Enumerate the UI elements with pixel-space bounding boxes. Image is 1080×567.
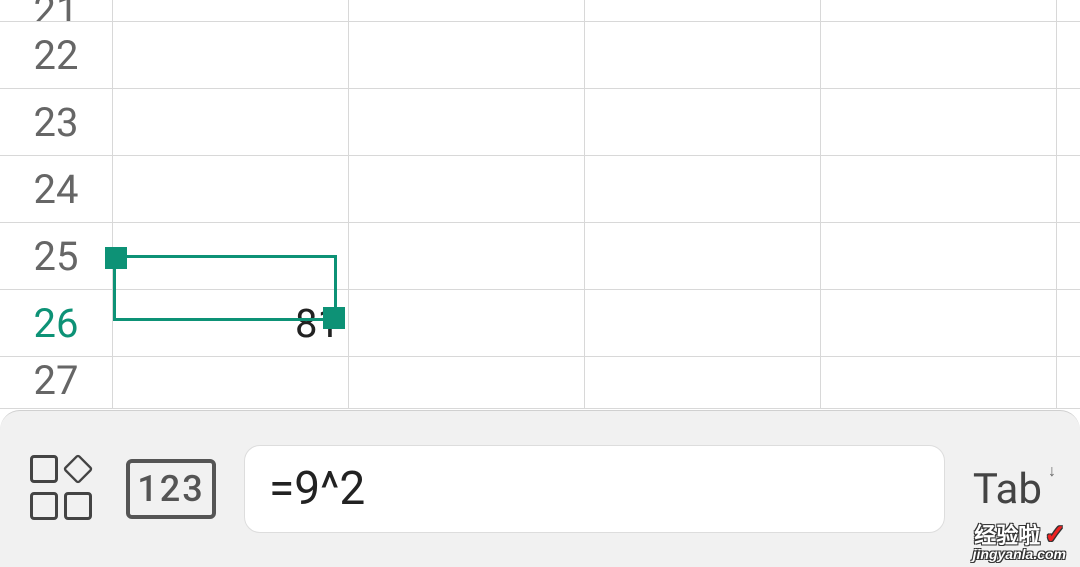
cell[interactable] [113, 89, 349, 155]
cell[interactable] [585, 89, 821, 155]
cell[interactable] [821, 156, 1057, 222]
watermark: 经验啦✓ jingyanla.com [973, 521, 1066, 561]
cell[interactable] [113, 357, 349, 408]
check-icon: ✓ [1044, 519, 1066, 549]
cell[interactable] [821, 22, 1057, 88]
cell[interactable] [349, 290, 585, 356]
row-header-active[interactable]: 26 [0, 290, 113, 356]
cell[interactable] [821, 0, 1057, 21]
cell[interactable] [821, 290, 1057, 356]
cell[interactable] [585, 22, 821, 88]
grid-row: 25 [0, 223, 1080, 290]
row-header[interactable]: 22 [0, 22, 113, 88]
cell[interactable] [349, 89, 585, 155]
formula-bar-panel: 123 =9^2 Tab ↓ [0, 410, 1080, 567]
cell-value: 81 [295, 300, 340, 347]
cell-selected[interactable]: 81 [113, 290, 349, 356]
formula-text: =9^2 [269, 462, 365, 516]
cell[interactable] [349, 357, 585, 408]
cell[interactable] [821, 357, 1057, 408]
number-format-label: 123 [137, 468, 204, 510]
cell[interactable] [349, 156, 585, 222]
cell[interactable] [349, 22, 585, 88]
row-header[interactable]: 24 [0, 156, 113, 222]
cell[interactable] [585, 357, 821, 408]
cell[interactable] [821, 223, 1057, 289]
spreadsheet-grid[interactable]: 21 22 23 24 25 26 81 [0, 0, 1080, 410]
tab-key-button[interactable]: Tab ↓ [973, 465, 1050, 514]
cell[interactable] [585, 0, 821, 21]
cell[interactable] [585, 223, 821, 289]
row-header[interactable]: 21 [0, 0, 113, 21]
cell[interactable] [113, 22, 349, 88]
cell[interactable] [585, 290, 821, 356]
grid-row: 22 [0, 22, 1080, 89]
cell[interactable] [349, 223, 585, 289]
formula-input[interactable]: =9^2 [244, 445, 945, 533]
grid-row: 23 [0, 89, 1080, 156]
cell[interactable] [585, 156, 821, 222]
cell[interactable] [113, 0, 349, 21]
cell[interactable] [113, 156, 349, 222]
grid-row: 24 [0, 156, 1080, 223]
grid-row: 26 81 [0, 290, 1080, 357]
grid-row: 27 [0, 357, 1080, 409]
row-header[interactable]: 23 [0, 89, 113, 155]
number-format-button[interactable]: 123 [126, 459, 216, 519]
cell[interactable] [821, 89, 1057, 155]
apps-grid-icon[interactable] [30, 455, 98, 523]
cell[interactable] [113, 223, 349, 289]
cell[interactable] [349, 0, 585, 21]
arrow-down-icon: ↓ [1048, 461, 1056, 481]
tab-key-label: Tab [973, 465, 1042, 514]
row-header[interactable]: 25 [0, 223, 113, 289]
grid-row: 21 [0, 0, 1080, 22]
row-header[interactable]: 27 [0, 357, 113, 408]
